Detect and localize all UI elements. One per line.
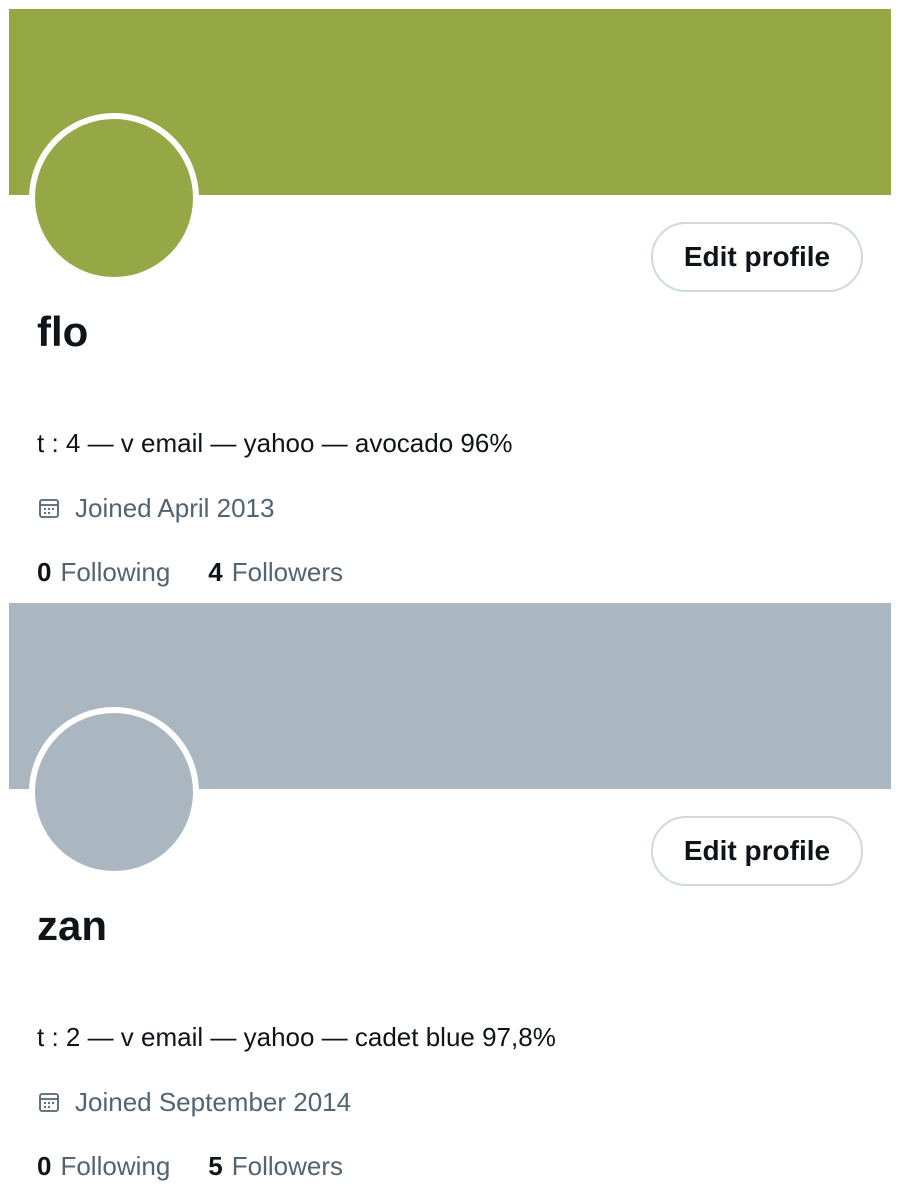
display-name: flo <box>37 308 89 355</box>
join-date-text: Joined September 2014 <box>75 1087 352 1117</box>
following-link[interactable]: 0 Following <box>37 1153 170 1179</box>
followers-label: Followers <box>231 1151 344 1181</box>
following-label: Following <box>60 1151 171 1181</box>
follow-stats: 0 Following 5 Followers <box>37 1153 381 1179</box>
display-name: zan <box>37 902 108 949</box>
following-count: 0 <box>37 1151 52 1181</box>
follow-stats: 0 Following 4 Followers <box>37 559 381 585</box>
followers-link[interactable]: 4 Followers <box>208 559 343 585</box>
following-count: 0 <box>37 557 52 587</box>
avatar[interactable] <box>29 113 199 283</box>
following-link[interactable]: 0 Following <box>37 559 170 585</box>
followers-count: 4 <box>208 557 223 587</box>
join-date: Joined September 2014 <box>37 1089 351 1115</box>
edit-profile-button[interactable]: Edit profile <box>651 816 863 886</box>
join-date: Joined April 2013 <box>37 495 274 521</box>
join-date-text: Joined April 2013 <box>75 493 275 523</box>
followers-label: Followers <box>231 557 344 587</box>
profile-bio: t : 2 — v email — yahoo — cadet blue 97,… <box>37 1022 556 1052</box>
edit-profile-button[interactable]: Edit profile <box>651 222 863 292</box>
calendar-icon <box>37 496 61 520</box>
followers-link[interactable]: 5 Followers <box>208 1153 343 1179</box>
calendar-icon <box>37 1090 61 1114</box>
profile-bio: t : 4 — v email — yahoo — avocado 96% <box>37 428 513 458</box>
profile-card: Edit profile zan t : 2 — v email — yahoo… <box>9 603 891 1197</box>
followers-count: 5 <box>208 1151 223 1181</box>
profile-card: Edit profile flo t : 4 — v email — yahoo… <box>9 9 891 603</box>
avatar[interactable] <box>29 707 199 877</box>
following-label: Following <box>60 557 171 587</box>
